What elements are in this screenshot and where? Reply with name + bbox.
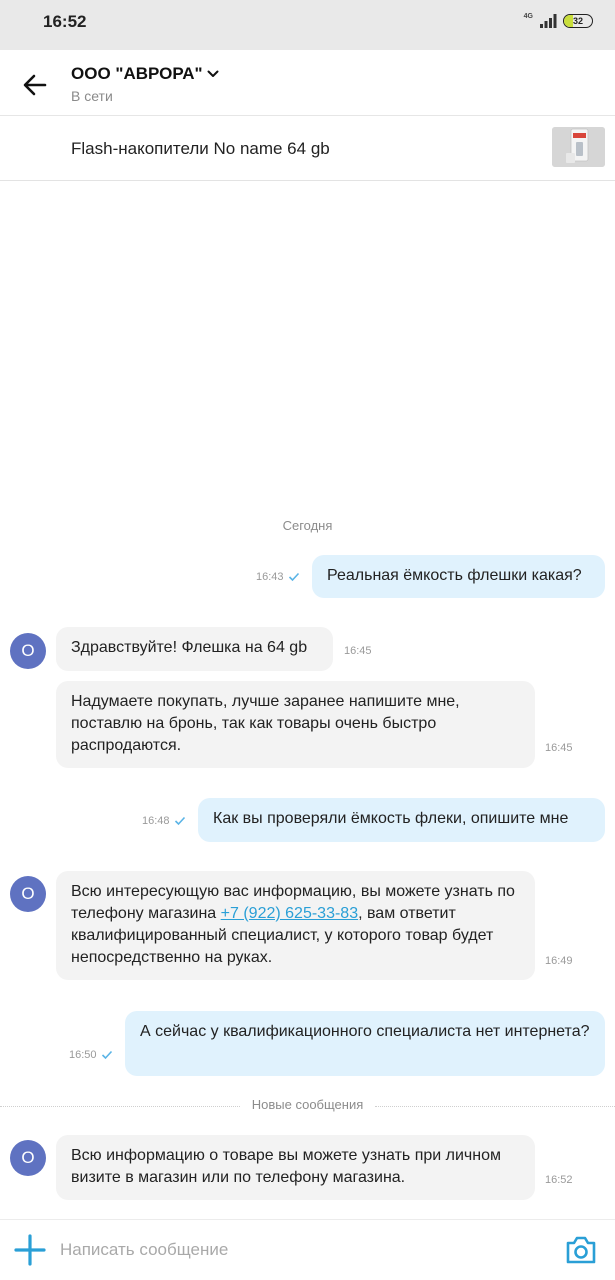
message-incoming[interactable]: Всю интересующую вас информацию, вы може… [56,871,535,980]
new-messages-separator: Новые сообщения [0,1097,615,1115]
seller-name-dropdown[interactable]: ООО "АВРОРА" [71,64,219,84]
message-incoming[interactable]: Надумаете покупать, лучше заранее напиши… [56,681,535,768]
chevron-down-icon [207,70,219,77]
avatar[interactable]: O [10,876,46,912]
seller-name: ООО "АВРОРА" [71,64,203,83]
battery-level: 32 [572,16,583,26]
message-outgoing[interactable]: Как вы проверяли ёмкость флеки, опишите … [198,798,605,842]
battery-icon: 32 [563,14,593,28]
avatar[interactable]: O [10,633,46,669]
message-text: Как вы проверяли ёмкость флеки, опишите … [213,810,569,827]
product-banner[interactable]: Flash-накопители No name 64 gb [0,117,615,181]
status-icons: 4G 32 [524,12,593,30]
message-outgoing[interactable]: А сейчас у квалификационного специалиста… [125,1011,605,1076]
date-separator: Сегодня [282,518,333,533]
camera-icon [566,1236,596,1264]
product-image [552,127,605,167]
avatar[interactable]: O [10,1140,46,1176]
product-title: Flash-накопители No name 64 gb [71,139,330,158]
message-text: Реальная ёмкость флешки какая? [327,567,582,584]
message-outgoing[interactable]: Реальная ёмкость флешки какая? [312,555,605,598]
message-composer [0,1219,615,1280]
check-icon [174,816,185,826]
plus-icon [14,1234,46,1266]
message-text: Всю информацию о товаре вы можете узнать… [71,1147,501,1186]
message-time: 16:50 [69,1049,113,1061]
message-text: А сейчас у квалификационного специалиста… [140,1023,590,1040]
message-time: 16:48 [142,815,186,827]
phone-link[interactable]: +7 (922) 625-33-83 [221,905,358,922]
status-bar: 16:52 4G 32 [0,0,615,50]
message-incoming[interactable]: Всю информацию о товаре вы можете узнать… [56,1135,535,1200]
message-time: 16:52 [545,1174,573,1186]
new-messages-label: Новые сообщения [243,1097,372,1112]
online-status: В сети [71,88,113,104]
check-icon [101,1050,112,1060]
message-time: 16:43 [256,571,300,583]
signal-icon [540,14,557,28]
message-time: 16:45 [545,742,573,754]
message-time: 16:45 [344,645,372,657]
chat-header: ООО "АВРОРА" В сети [0,50,615,116]
back-arrow-icon [23,74,47,96]
product-thumbnail[interactable] [552,127,605,167]
message-input[interactable] [60,1234,540,1266]
check-icon [288,572,299,582]
message-text: Здравствуйте! Флешка на 64 gb [71,639,308,656]
network-label: 4G [523,12,533,20]
add-attachment-button[interactable] [14,1234,46,1266]
message-text: Надумаете покупать, лучше заранее напиши… [71,693,460,754]
message-time: 16:49 [545,955,573,967]
message-incoming[interactable]: Здравствуйте! Флешка на 64 gb [56,627,333,671]
back-button[interactable] [18,70,52,100]
status-time: 16:52 [43,12,87,31]
camera-button[interactable] [565,1235,597,1265]
